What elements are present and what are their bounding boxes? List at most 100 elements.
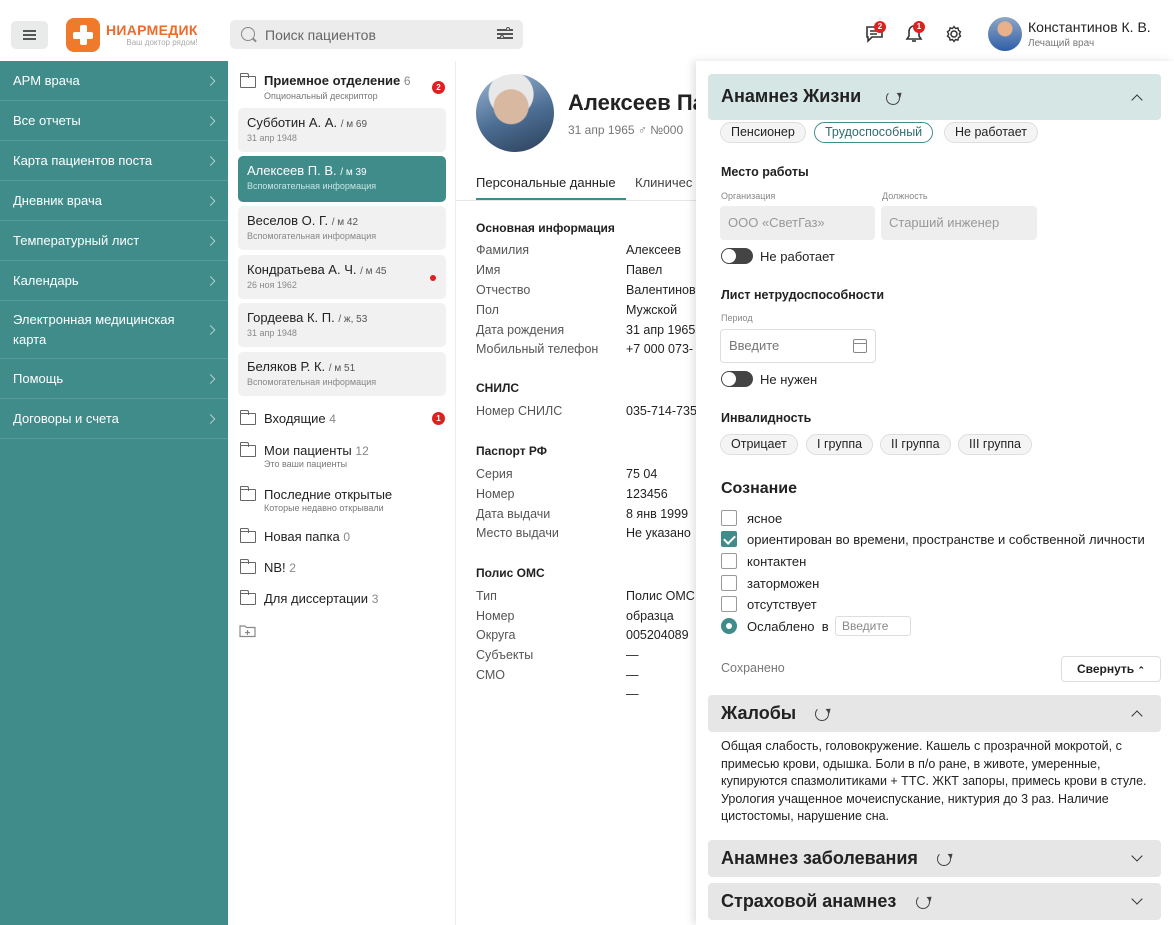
user-role: Лечащий врач xyxy=(1028,38,1095,49)
chevron-right-icon xyxy=(205,155,216,166)
chip-not-working[interactable]: Не работает xyxy=(944,122,1038,143)
user-profile[interactable]: Константинов К. В. Лечащий врач xyxy=(988,17,1151,53)
folder-subtitle: Которые недавно открывали xyxy=(264,503,384,513)
folder-recent[interactable]: Последние открытые Которые недавно откры… xyxy=(228,485,456,515)
chip-group-2[interactable]: II группа xyxy=(880,434,951,455)
anamnesis-panel: Анамнез Жизни Пенсионер Трудоспособный Н… xyxy=(696,61,1174,925)
folder-subtitle: Опциональный дескриптор xyxy=(264,91,378,101)
weakened-input[interactable]: Введите xyxy=(835,616,911,636)
field-label: Номер xyxy=(476,609,515,623)
chip-pensioner[interactable]: Пенсионер xyxy=(720,122,806,143)
filter-icon[interactable] xyxy=(497,27,513,41)
checkbox-absent[interactable] xyxy=(721,596,737,612)
logo-cross-icon xyxy=(66,18,100,52)
sidebar-item-diary[interactable]: Дневник врача xyxy=(0,181,228,221)
field-label: СМО xyxy=(476,668,506,682)
add-folder-button[interactable] xyxy=(238,623,258,639)
sidebar-item-temperature[interactable]: Температурный лист xyxy=(0,221,228,261)
field-value: Мужской xyxy=(626,303,678,317)
settings-button[interactable] xyxy=(944,24,964,44)
field-label: Дата рождения xyxy=(476,323,565,337)
accordion-title: Страховой анамнез xyxy=(721,891,897,911)
refresh-icon[interactable] xyxy=(916,895,930,909)
sidebar-item-patient-map[interactable]: Карта пациентов поста xyxy=(0,141,228,181)
accordion-disease-anamnesis[interactable]: Анамнез заболевания xyxy=(708,840,1161,877)
refresh-icon[interactable] xyxy=(937,852,951,866)
sidebar-item-label: Все отчеты xyxy=(13,113,81,128)
patient-card[interactable]: Субботин А. А. / м 69 31 апр 1948 xyxy=(238,108,446,152)
chip-able-bodied[interactable]: Трудоспособный xyxy=(814,122,934,143)
chip-group-3[interactable]: III группа xyxy=(958,434,1033,455)
chip-denies[interactable]: Отрицает xyxy=(720,434,798,455)
patient-card[interactable]: Гордеева К. П. / ж, 53 31 апр 1948 xyxy=(238,303,446,347)
sidebar-item-emr[interactable]: Электронная медицинская карта xyxy=(0,301,228,359)
chevron-up-icon[interactable] xyxy=(1131,710,1143,722)
folder-nb[interactable]: NB! 2 xyxy=(228,558,456,578)
checkbox-oriented[interactable] xyxy=(721,531,737,547)
patient-info: Вспомогательная информация xyxy=(247,231,377,241)
checkbox-contact[interactable] xyxy=(721,553,737,569)
chip-group-1[interactable]: I группа xyxy=(806,434,874,455)
folder-reception[interactable]: Приемное отделение 6 Опциональный дескри… xyxy=(228,71,456,105)
sidebar-item-contracts[interactable]: Договоры и счета xyxy=(0,399,228,439)
sidebar-item-arm[interactable]: АРМ врача xyxy=(0,61,228,101)
checkbox-label: ориентирован во времени, пространстве и … xyxy=(747,532,1145,547)
not-working-toggle[interactable] xyxy=(721,248,753,264)
sidebar-item-reports[interactable]: Все отчеты xyxy=(0,101,228,141)
refresh-icon[interactable] xyxy=(886,91,900,105)
period-placeholder: Введите xyxy=(729,338,780,353)
calendar-icon[interactable] xyxy=(853,339,867,353)
field-label: Отчество xyxy=(476,283,531,297)
accordion-life-anamnesis[interactable]: Анамнез Жизни xyxy=(708,74,1161,120)
field-value: Павел xyxy=(626,263,663,277)
notifications-button[interactable]: 1 xyxy=(904,21,925,44)
notifications-badge: 1 xyxy=(913,21,925,33)
messages-button[interactable]: 2 xyxy=(865,21,886,44)
accordion-insurance-anamnesis[interactable]: Страховой анамнез xyxy=(708,883,1161,920)
chevron-up-icon[interactable] xyxy=(1131,94,1143,106)
detail-tabs: Персональные данные Клиничес xyxy=(456,165,696,201)
patient-list-panel: Приемное отделение 6 Опциональный дескри… xyxy=(228,61,456,925)
refresh-icon[interactable] xyxy=(815,707,829,721)
collapse-button[interactable]: Свернуть ⌃ xyxy=(1061,656,1161,682)
logo[interactable]: НИАРМЕДИК Ваш доктор рядом! xyxy=(66,18,198,52)
search-input[interactable]: Поиск пациентов xyxy=(230,20,523,49)
folder-dissertation[interactable]: Для диссертации 3 xyxy=(228,589,456,609)
chevron-right-icon xyxy=(205,324,216,335)
field-label: Номер СНИЛС xyxy=(476,404,563,418)
checkbox-clear[interactable] xyxy=(721,510,737,526)
sidebar-item-calendar[interactable]: Календарь xyxy=(0,261,228,301)
field-value: — xyxy=(626,668,639,682)
menu-button[interactable] xyxy=(11,21,48,49)
checkbox-inhibited[interactable] xyxy=(721,575,737,591)
not-needed-toggle[interactable] xyxy=(721,371,753,387)
folder-icon xyxy=(239,442,256,457)
chevron-down-icon[interactable] xyxy=(1131,850,1143,862)
tab-personal-data[interactable]: Персональные данные xyxy=(476,175,616,190)
tab-clinical[interactable]: Клиничес xyxy=(635,175,692,190)
field-label: Место выдачи xyxy=(476,526,559,540)
chevron-down-icon[interactable] xyxy=(1131,893,1143,905)
folder-new[interactable]: Новая папка 0 xyxy=(228,527,456,547)
radio-weakened[interactable] xyxy=(721,618,737,634)
accordion-complaints[interactable]: Жалобы xyxy=(708,695,1161,732)
period-date-input[interactable]: Введите xyxy=(720,329,876,363)
field-label: Дата выдачи xyxy=(476,507,551,521)
folder-badge: 2 xyxy=(432,81,445,94)
position-field[interactable]: Старший инженер xyxy=(881,206,1037,240)
patient-name: Гордеева К. П. / ж, 53 xyxy=(247,310,368,325)
patient-card[interactable]: Беляков Р. К. / м 51 Вспомогательная инф… xyxy=(238,352,446,396)
sidebar-item-help[interactable]: Помощь xyxy=(0,359,228,399)
folder-my-patients[interactable]: Мои пациенты 12 Это ваши пациенты xyxy=(228,441,456,471)
messages-badge: 2 xyxy=(874,21,886,33)
folder-icon xyxy=(239,590,256,605)
field-value: 035-714-735 xyxy=(626,404,696,418)
folder-incoming[interactable]: Входящие 4 1 xyxy=(228,409,456,429)
field-label: Округа xyxy=(476,628,516,642)
patient-card[interactable]: Кондратьева А. Ч. / м 45 26 ноя 1962 xyxy=(238,255,446,299)
patient-card[interactable]: Веселов О. Г. / м 42 Вспомогательная инф… xyxy=(238,206,446,250)
organization-field[interactable]: ООО «СветГаз» xyxy=(720,206,875,240)
chevron-right-icon xyxy=(205,275,216,286)
patient-card-active[interactable]: Алексеев П. В. / м 39 Вспомогательная ин… xyxy=(238,156,446,202)
accordion-title: Анамнез заболевания xyxy=(721,848,918,868)
